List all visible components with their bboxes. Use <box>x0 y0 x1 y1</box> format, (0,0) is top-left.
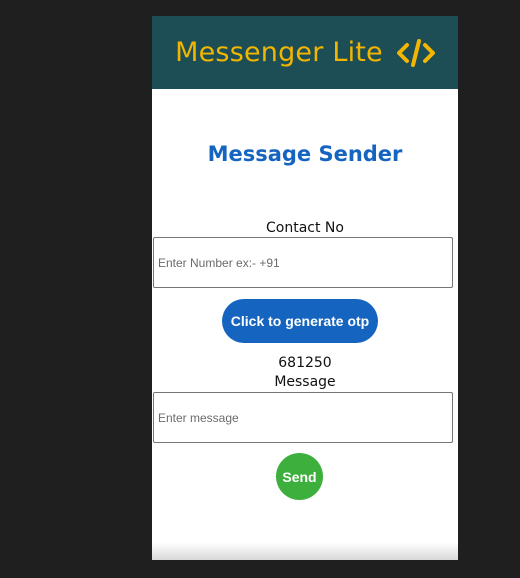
bottom-shadow <box>152 542 458 560</box>
contact-number-input[interactable] <box>153 237 453 288</box>
send-button[interactable]: Send <box>276 453 323 500</box>
generate-otp-button[interactable]: Click to generate otp <box>222 299 378 343</box>
message-input[interactable] <box>153 392 453 443</box>
app-title: Messenger Lite <box>175 37 383 68</box>
otp-value: 681250 <box>278 355 332 371</box>
app-frame: Messenger Lite Message Sender Contact No… <box>152 16 458 560</box>
app-header: Messenger Lite <box>152 16 458 89</box>
message-label: Message <box>274 374 336 390</box>
contact-label: Contact No <box>266 220 344 236</box>
page-title: Message Sender <box>207 142 403 166</box>
code-icon <box>396 38 435 67</box>
